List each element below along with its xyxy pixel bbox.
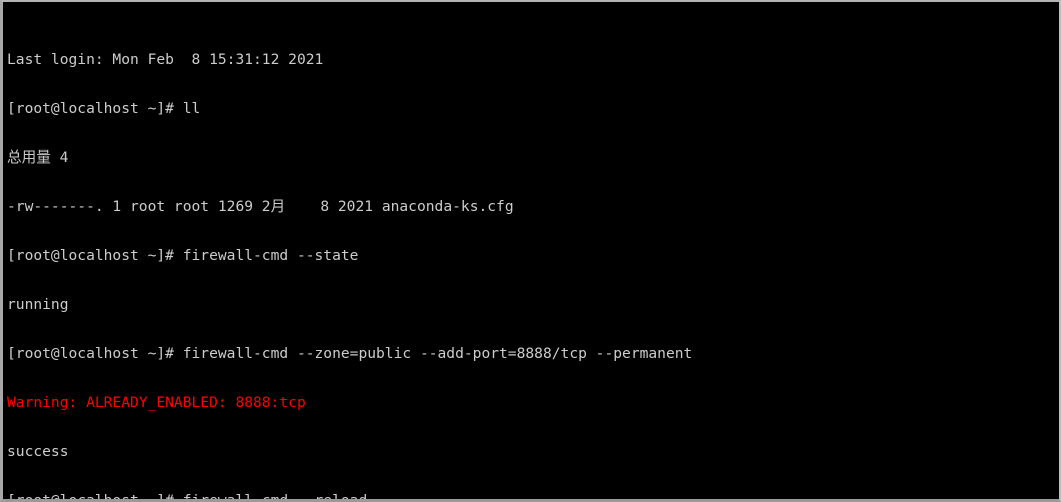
- terminal-line-output-file-entry: -rw-------. 1 root root 1269 2月 8 2021 a…: [7, 198, 514, 216]
- terminal-line-login-banner: Last login: Mon Feb 8 15:31:12 2021: [7, 51, 324, 69]
- terminal-window[interactable]: Last login: Mon Feb 8 15:31:12 2021 [roo…: [0, 0, 1061, 502]
- terminal-line-command-firewall-reload: [root@localhost ~]# firewall-cmd --reloa…: [7, 492, 368, 502]
- terminal-line-command-firewall-add-port: [root@localhost ~]# firewall-cmd --zone=…: [7, 345, 693, 363]
- terminal-line-output-running: running: [7, 296, 69, 314]
- terminal-line-command-ll: [root@localhost ~]# ll: [7, 100, 201, 118]
- terminal-line-command-firewall-state: [root@localhost ~]# firewall-cmd --state: [7, 247, 359, 265]
- terminal-line-output-total: 总用量 4: [7, 149, 69, 167]
- terminal-line-warning-already-enabled: Warning: ALREADY_ENABLED: 8888:tcp: [7, 394, 306, 412]
- terminal-line-output-success-1: success: [7, 443, 69, 461]
- terminal-screen[interactable]: Last login: Mon Feb 8 15:31:12 2021 [roo…: [3, 3, 1059, 499]
